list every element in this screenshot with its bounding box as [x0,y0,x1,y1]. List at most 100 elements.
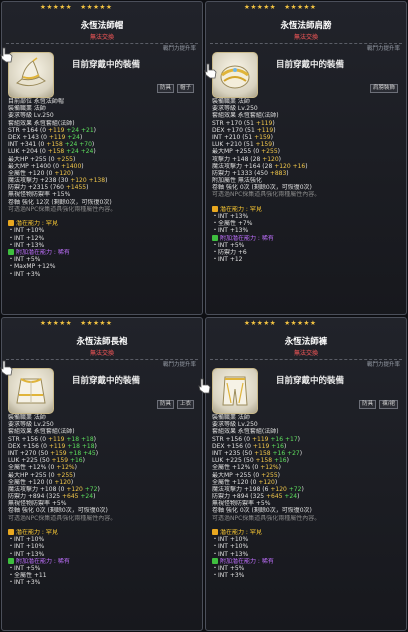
stat-text: ・INT +13% [212,213,249,220]
stat-text: 防禦力 +894 (325 [212,493,266,501]
star-group: ★★★★★ [80,3,112,11]
stat-text: INT +210 (51 [212,133,255,141]
stat-line: INT +210 (51 +159) [212,134,402,141]
stat-line: 魔法攻擊力 +198 (6 +120 +72) [212,486,402,493]
stat-text: 裝備職業 [8,414,33,421]
stat-line: 附加屬性 無法強化 [212,177,402,184]
stat-line: 附加潛在能力 : 稀有 [212,234,402,242]
stat-line: 攻擊力 +148 (28 +120) [212,156,402,163]
power-increase-label: 戰鬥力提升率 [366,362,400,368]
stat-text: ・INT +10% [8,543,45,551]
stat-text: ・INT +10% [212,543,249,551]
stat-text: +24 +24 [66,148,94,156]
stat-line: 最大MP +1400 (0 +1400) [8,163,198,170]
stat-line: 無視怪物防禦率 +15% [8,191,198,198]
divider [210,43,402,44]
stat-text: 套組效果 [8,428,33,436]
stat-text: +255 [56,155,73,163]
stat-text: ) [297,493,300,501]
stat-text: 最大MP +255 (0 [212,148,262,156]
trade-restriction: 無法交換 [293,350,318,357]
stat-text: 潛在能力 : 罕見 [16,220,58,228]
stat-line: ・MaxMP +12% [8,263,198,270]
stat-line: 卷軸 強化 12次 (剩餘0次，可恢復0次) [8,199,198,206]
stat-text: ) [72,155,76,163]
stat-line: ・INT +5% [212,242,402,249]
bonus-potential-icon [8,557,14,564]
stat-text: ) [97,485,100,493]
stat-text: 套組效果 [212,428,237,436]
hand-cursor-icon [0,47,13,63]
stat-lines: 裝備職業 法師 要求等級 Lv.250 套組效果 永恆套組(法師) STR +156 … [8,414,198,587]
stat-text: ・INT +13% [8,241,45,249]
stat-text: +255 [261,148,278,156]
stat-text: +16 [273,457,287,465]
stat-text: 可透過NPC採集道具強化兩種屬性內容。 [212,191,321,199]
stat-text: 魔法攻擊力 +164 (28 [212,162,275,170]
bonus-potential-icon [8,248,14,255]
stat-text: 附加屬性 無法強化 [212,177,262,185]
stat-text: ・INT +12 [212,256,243,264]
stat-text: ) [273,126,276,134]
stat-line: 全屬性 +120 (0 +120) [8,170,198,177]
stat-text: 最大HP +255 (0 [8,471,57,479]
stat-text: ) [70,169,74,177]
stat-line: DEX +143 (0 +119 +24) [8,134,198,141]
stat-text: Lv.250 [32,421,54,429]
stat-text: +255 [56,471,73,479]
stat-text: INT +341 (0 [8,141,47,149]
stat-text: 永恆套組(法師) [236,112,279,120]
stat-text: +72 [84,485,98,493]
stat-text: 潛在能力 : 罕見 [220,529,262,536]
stat-text: ) [283,442,287,450]
stat-text: 魔法攻擊力 +238 (30 [8,177,71,185]
stat-line: 魔法攻擊力 +164 (28 +120 +16) [212,163,402,170]
stat-text: 全屬性 +12% (0 [212,464,261,472]
item-name: 永恆法師褲 [284,337,328,347]
stat-line: DEX +156 (0 +119 +16) [212,443,402,450]
stat-line: 套組效果 永恆套組(法師) [212,112,402,119]
item-type-tags: 肩膀裝飾 [367,84,398,94]
stat-text: ・INT +12% [8,234,45,242]
stat-text: ) [74,464,77,472]
stat-line: ・全屬性 +7% [212,220,402,227]
stat-text: ) [305,162,308,170]
stat-line: LUK +204 (0 +158 +24 +24) [8,148,198,155]
stat-text: 裝備職業 [212,414,237,421]
bonus-potential-icon [212,557,218,564]
stat-text: 無視怪物防禦率 +15% [8,191,71,199]
stat-text: +16 +27 [272,449,300,457]
stat-text: 最大MP +1400 (0 [8,162,61,170]
divider [6,359,198,360]
stat-text: 可透過NPC採集道具強化兩種屬性內容。 [212,514,321,522]
stat-line: ・INT +10% [8,543,198,550]
stat-text: ・MaxMP +12% [8,263,56,271]
stat-line: ・INT +3% [8,271,198,278]
stat-text: 要求等級 [8,421,33,429]
item-type-tags: 防具 褲/裙 [356,400,398,410]
stat-text: 卷軸 強化 12次 (剩餘0次，可恢復0次) [8,198,112,206]
stat-text: INT +270 (50 [8,449,51,457]
star-icon: ★ [269,319,277,327]
stat-text: Lv.250 [32,112,54,120]
item-tag: 褲/裙 [379,400,398,410]
stat-line [212,522,402,529]
stat-text: +120 [54,169,71,177]
stat-line: 可透過NPC採集道具強化兩種屬性內容。 [8,206,198,213]
stat-line: 套組效果 永恆套組(法師) [8,120,198,127]
stat-line: 無視怪物防禦率 +5% [212,500,402,507]
stat-text: LUK +210 (51 [212,141,256,149]
divider [6,43,198,44]
stat-text: 無視怪物防禦率 +5% [212,500,271,508]
stat-text: 永恆套組(法師) [32,428,75,436]
stat-text: +158 [47,148,67,156]
stat-text: 卷軸 強化 0次 (剩餘0次，可恢復0次) [212,507,312,515]
stat-line: STR +156 (0 +119 +18 +18) [8,436,198,443]
stat-text: ) [274,478,278,486]
stat-lines: 目前部位 永恆法師帽 裝備職業 法師 要求等級 Lv.250 套組效果 永恆套組(法師… [8,98,198,278]
stat-line: LUK +225 (50 +159 +16) [8,457,198,464]
star-group: ★★★★★ [244,3,276,11]
stat-line: ・INT +10% [212,536,402,543]
stat-text: 附加潛在能力 : 稀有 [16,557,70,565]
stat-line: 附加潛在能力 : 稀有 [8,248,198,256]
